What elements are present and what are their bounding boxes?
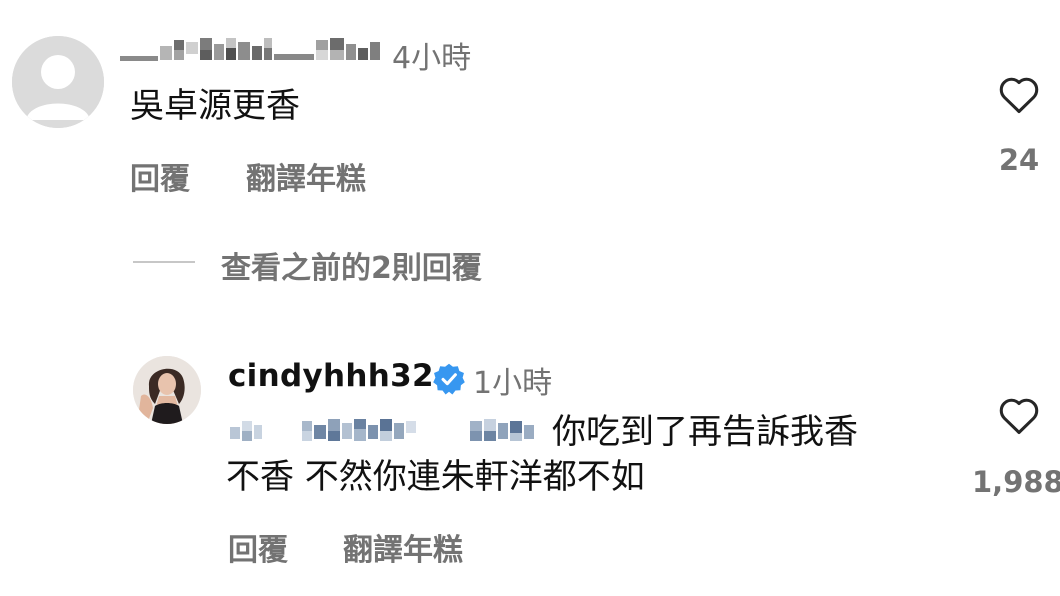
thread-divider-line: [133, 261, 195, 263]
like-button[interactable]: [996, 393, 1042, 439]
translate-button[interactable]: 翻譯年糕: [246, 154, 366, 198]
reply-button[interactable]: 回覆: [228, 525, 288, 569]
heart-outline-icon: [999, 77, 1039, 114]
verified-badge-icon: [432, 362, 466, 396]
default-avatar-icon: [12, 36, 104, 128]
heart-outline-icon: [999, 398, 1039, 435]
avatar[interactable]: [133, 356, 201, 424]
username[interactable]: cindyhhh32: [228, 358, 434, 394]
reply-button[interactable]: 回覆: [130, 154, 190, 198]
translate-button[interactable]: 翻譯年糕: [343, 525, 463, 569]
comment-timestamp: 4小時: [392, 41, 472, 76]
view-previous-replies-button[interactable]: 查看之前的2則回覆: [221, 243, 482, 287]
like-count: 1,988: [972, 465, 1060, 499]
comment-text: 吳卓源更香: [130, 86, 300, 126]
censored-mention[interactable]: [226, 413, 546, 449]
avatar[interactable]: [12, 36, 104, 128]
comment-timestamp: 1小時: [473, 366, 553, 401]
like-count: 24: [998, 143, 1040, 177]
censored-username[interactable]: [118, 34, 386, 70]
profile-photo: [133, 356, 201, 424]
like-button[interactable]: [996, 72, 1042, 118]
comment-text-line-2: 不香 不然你連朱軒洋都不如: [226, 457, 645, 497]
comment-text-line-1: 你吃到了再告訴我香: [552, 412, 858, 452]
